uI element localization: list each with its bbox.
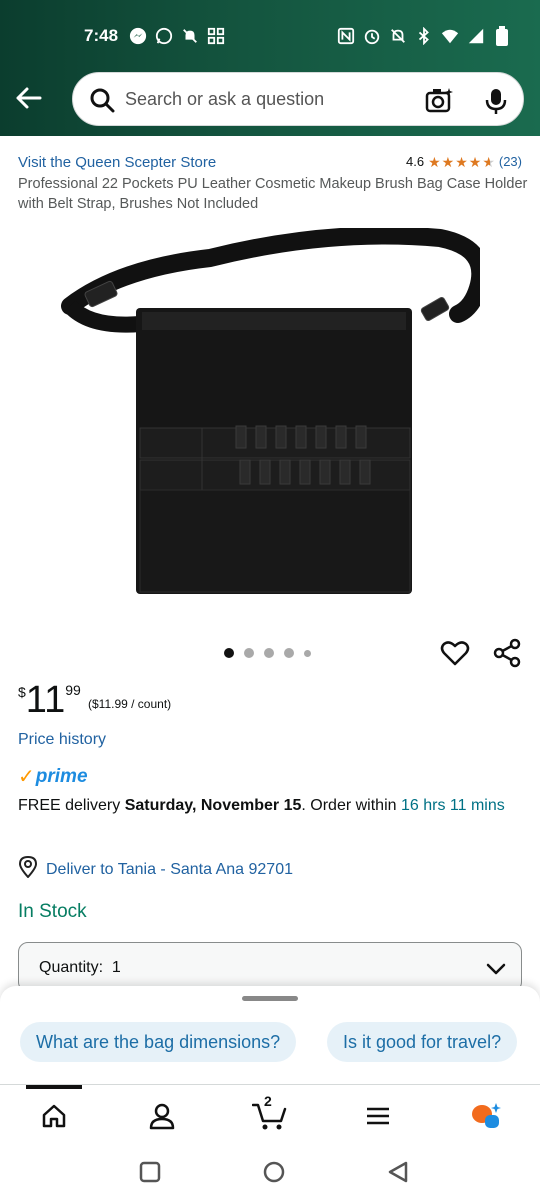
cart-count: 2 <box>264 1093 272 1109</box>
image-carousel-dots[interactable] <box>224 648 311 658</box>
stock-status: In Stock <box>18 901 87 922</box>
prime-badge: ✓ prime <box>18 764 88 789</box>
status-bar: 7:48 <box>0 22 540 52</box>
carousel-dot[interactable] <box>284 648 294 658</box>
location-text[interactable]: Deliver to Tania - Santa Ana 92701 <box>46 861 293 879</box>
mute-icon <box>388 26 408 46</box>
carousel-dot[interactable] <box>304 649 311 657</box>
search-icon <box>89 87 115 118</box>
carousel-dot[interactable] <box>264 648 274 658</box>
search-input[interactable]: Search or ask a question <box>125 89 324 110</box>
home-icon[interactable] <box>34 1099 74 1133</box>
grid-icon <box>206 26 226 46</box>
delivery-mid: . Order within <box>301 797 401 814</box>
search-bar[interactable]: Search or ask a question <box>72 72 524 126</box>
heart-icon[interactable] <box>440 638 470 668</box>
back-arrow-icon[interactable] <box>14 84 44 112</box>
status-time: 7:48 <box>84 26 119 45</box>
suggestion-chip[interactable]: What are the bag dimensions? <box>20 1022 297 1062</box>
chevron-down-icon <box>485 957 507 979</box>
delivery-prefix: FREE delivery <box>18 797 125 814</box>
bluetooth-icon <box>414 26 434 46</box>
messenger-icon <box>128 26 148 46</box>
notification-off-icon <box>180 26 200 46</box>
delivery-info: FREE delivery Saturday, November 15. Ord… <box>18 794 518 817</box>
delivery-countdown: 16 hrs 11 mins <box>400 797 505 814</box>
alarm-icon <box>362 26 382 46</box>
suggestion-sheet: What are the bag dimensions? Is it good … <box>0 986 540 1086</box>
delivery-date: Saturday, November 15 <box>124 797 302 814</box>
carousel-dot[interactable] <box>244 648 254 658</box>
quantity-text: Quantity: 1 <box>39 959 121 976</box>
price-fraction: 99 <box>65 682 81 698</box>
wifi-icon <box>440 26 460 46</box>
store-link[interactable]: Visit the Queen Scepter Store <box>18 154 216 171</box>
rating-count[interactable]: (23) <box>499 154 522 169</box>
bottom-navigation: 2 <box>0 1084 540 1146</box>
camera-search-icon[interactable] <box>425 87 453 118</box>
price-currency: $ <box>18 684 26 700</box>
prime-check-icon: ✓ <box>18 766 35 788</box>
location-pin-icon <box>18 855 38 883</box>
deliver-to-location[interactable]: Deliver to Tania - Santa Ana 92701 <box>18 855 293 883</box>
price-history-link[interactable]: Price history <box>18 731 106 749</box>
price: $ 11 99 <box>18 680 81 720</box>
nfc-icon <box>336 26 356 46</box>
rating-summary[interactable]: 4.6 ★ ★ ★ ★ ★ (23) <box>406 154 522 169</box>
carousel-dot[interactable] <box>224 648 234 658</box>
unit-price: ($11.99 / count) <box>88 697 172 711</box>
whatsapp-icon <box>154 26 174 46</box>
active-tab-indicator <box>26 1085 82 1089</box>
sheet-drag-handle[interactable] <box>242 996 298 1001</box>
prime-label: prime <box>35 765 88 787</box>
cart-icon[interactable]: 2 <box>250 1093 290 1133</box>
share-icon[interactable] <box>492 638 522 668</box>
signal-icon <box>466 26 486 46</box>
menu-icon[interactable] <box>358 1099 398 1133</box>
rufus-icon[interactable] <box>466 1099 506 1133</box>
account-icon[interactable] <box>142 1099 182 1133</box>
microphone-icon[interactable] <box>485 87 507 120</box>
suggestion-chip[interactable]: Is it good for travel? <box>327 1022 518 1062</box>
quantity-select[interactable]: Quantity: 1 <box>18 942 522 992</box>
recents-icon[interactable] <box>138 1160 162 1184</box>
home-circle-icon[interactable] <box>262 1160 286 1184</box>
product-title: Professional 22 Pockets PU Leather Cosme… <box>18 176 528 212</box>
star-rating-icon: ★ ★ ★ ★ ★ <box>428 153 495 170</box>
battery-icon <box>492 26 512 46</box>
rating-value: 4.6 <box>405 154 425 169</box>
system-navigation-bar <box>0 1146 540 1200</box>
price-whole: 11 <box>25 679 66 721</box>
back-triangle-icon[interactable] <box>386 1160 410 1184</box>
product-image[interactable] <box>60 226 490 600</box>
top-header: 7:48 Search or ask a question <box>0 0 540 136</box>
